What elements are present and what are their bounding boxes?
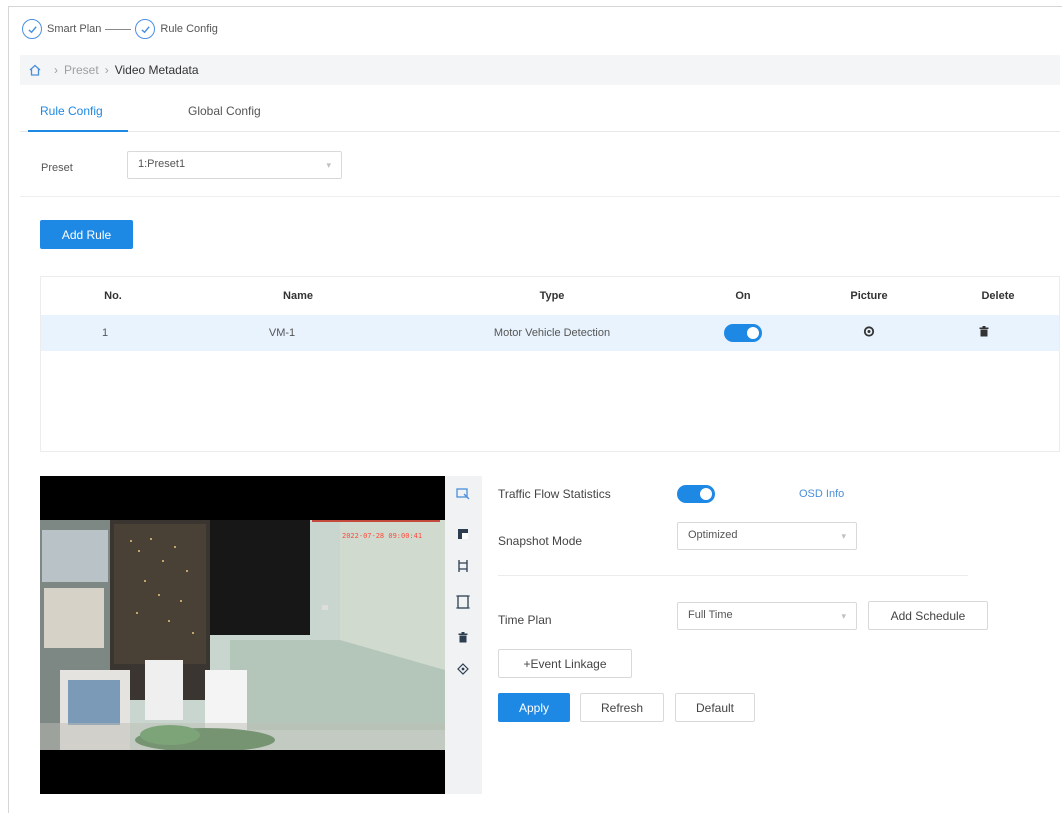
chevron-down-icon: ▾	[841, 531, 846, 541]
tab-global-config[interactable]: Global Config	[188, 104, 261, 118]
default-button[interactable]: Default	[675, 693, 755, 722]
rule-table: No. Name Type On Picture Delete 1 VM-1 M…	[40, 276, 1060, 452]
step-rule-config[interactable]: Rule Config	[135, 19, 218, 39]
active-tab-indicator	[28, 130, 128, 132]
header-delete: Delete	[981, 290, 1015, 302]
breadcrumb-preset[interactable]: Preset	[64, 63, 99, 77]
picture-settings-icon[interactable]	[863, 326, 875, 341]
breadcrumb-separator: ›	[104, 63, 109, 77]
draw-rectangle-icon[interactable]	[455, 594, 471, 610]
scene-image	[40, 520, 445, 750]
draw-line-icon[interactable]	[455, 558, 471, 574]
step-label: Rule Config	[160, 23, 218, 35]
chevron-down-icon: ▾	[841, 611, 846, 621]
check-icon	[22, 19, 42, 39]
table-row[interactable]: 1 VM-1 Motor Vehicle Detection	[41, 315, 1059, 351]
divider	[498, 575, 968, 576]
step-smart-plan[interactable]: Smart Plan	[22, 19, 101, 39]
snapshot-mode-value: Optimized	[688, 529, 738, 541]
time-plan-value: Full Time	[688, 609, 733, 621]
check-icon	[135, 19, 156, 39]
drawing-toolbar	[445, 476, 482, 794]
header-picture: Picture	[850, 290, 888, 302]
direction-icon[interactable]	[455, 661, 471, 677]
snapshot-mode-select[interactable]: Optimized ▾	[677, 522, 857, 550]
add-schedule-button[interactable]: Add Schedule	[868, 601, 988, 630]
event-linkage-button[interactable]: +Event Linkage	[498, 649, 632, 678]
video-preview[interactable]: 2022-07-28 09:00:41	[40, 476, 445, 794]
breadcrumb-current: Video Metadata	[114, 63, 199, 77]
divider	[20, 196, 1060, 197]
row-name: VM-1	[268, 327, 296, 339]
breadcrumb-separator: ›	[54, 63, 58, 77]
traffic-flow-label: Traffic Flow Statistics	[498, 487, 611, 501]
header-no: No.	[104, 290, 122, 302]
tab-bar: Rule Config Global Config	[20, 96, 1060, 132]
header-type: Type	[539, 290, 565, 302]
breadcrumb: › Preset › Video Metadata	[20, 55, 1060, 85]
step-connector	[105, 28, 132, 30]
delete-drawing-icon[interactable]	[455, 629, 471, 645]
time-plan-label: Time Plan	[498, 613, 552, 627]
chevron-down-icon: ▾	[326, 160, 331, 170]
traffic-flow-toggle[interactable]	[677, 485, 715, 503]
preset-value: 1:Preset1	[138, 158, 186, 170]
row-enable-toggle[interactable]	[724, 324, 762, 342]
home-icon[interactable]	[28, 63, 42, 77]
header-on: On	[735, 290, 751, 302]
row-no: 1	[101, 327, 109, 339]
tab-rule-config[interactable]: Rule Config	[40, 104, 103, 118]
refresh-button[interactable]: Refresh	[580, 693, 664, 722]
add-rule-button[interactable]: Add Rule	[40, 220, 133, 249]
camera-scene: 2022-07-28 09:00:41	[40, 520, 445, 750]
osd-info-link[interactable]: OSD Info	[799, 488, 844, 500]
video-timestamp: 2022-07-28 09:00:41	[342, 532, 423, 540]
table-header: No. Name Type On Picture Delete	[41, 277, 1059, 315]
draw-area-icon[interactable]	[455, 526, 471, 542]
select-tool-icon[interactable]	[455, 486, 471, 502]
time-plan-select[interactable]: Full Time ▾	[677, 602, 857, 630]
snapshot-mode-label: Snapshot Mode	[498, 534, 583, 548]
header-name: Name	[283, 290, 313, 302]
step-label: Smart Plan	[47, 23, 102, 35]
preset-select[interactable]: 1:Preset1 ▾	[127, 151, 342, 179]
delete-icon[interactable]	[979, 326, 989, 340]
row-type: Motor Vehicle Detection	[493, 327, 611, 339]
apply-button[interactable]: Apply	[498, 693, 570, 722]
preset-label: Preset	[41, 162, 73, 174]
wizard-stepper: Smart Plan Rule Config	[22, 17, 218, 41]
